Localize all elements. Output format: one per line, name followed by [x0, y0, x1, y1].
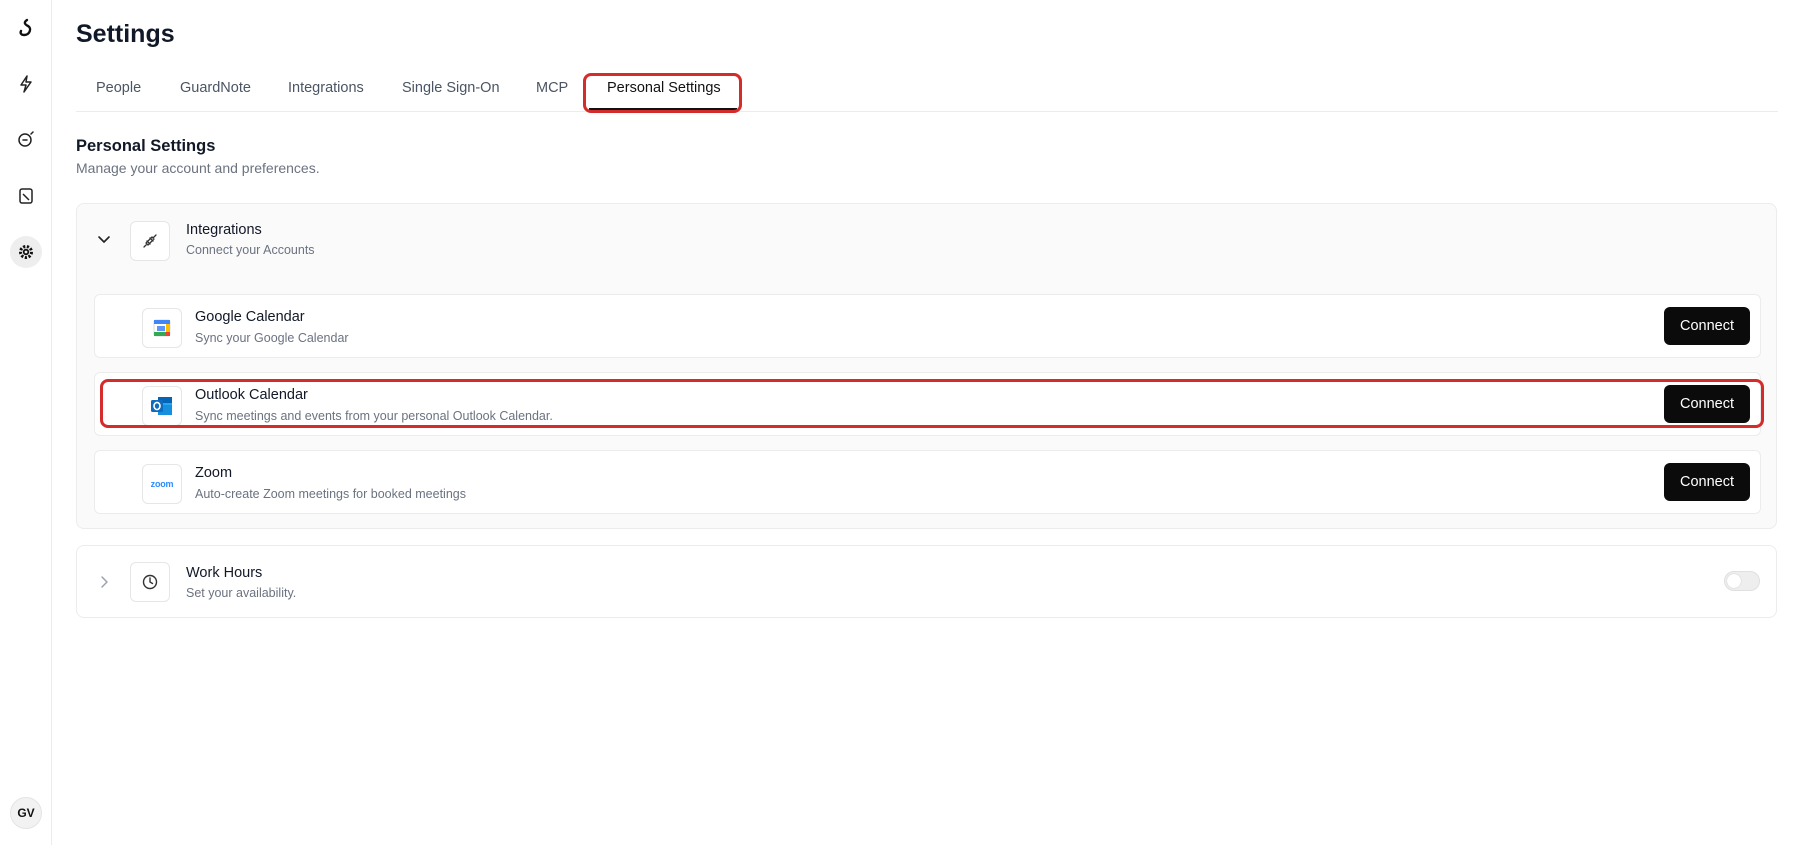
- highlight-box-outlook-row: [100, 379, 1764, 428]
- integration-row-zoom: zoom Zoom Auto-create Zoom meetings for …: [94, 450, 1761, 514]
- integration-name: Google Calendar: [195, 309, 305, 325]
- tab-people[interactable]: People: [96, 80, 141, 96]
- integrations-title: Integrations: [186, 222, 262, 238]
- tab-bar: People GuardNote Integrations Single Sig…: [76, 73, 1778, 113]
- chevron-down-icon[interactable]: [95, 230, 113, 248]
- work-hours-title: Work Hours: [186, 565, 263, 581]
- tab-mcp[interactable]: MCP: [536, 80, 568, 96]
- tab-integrations[interactable]: Integrations: [288, 80, 364, 96]
- document-icon[interactable]: [10, 180, 42, 212]
- integrations-subtitle: Connect your Accounts: [186, 243, 315, 257]
- page-title: Settings: [76, 20, 175, 48]
- integration-description: Auto-create Zoom meetings for booked mee…: [195, 487, 466, 501]
- section-title: Personal Settings: [76, 137, 216, 155]
- plug-icon: [130, 221, 170, 261]
- gear-icon[interactable]: [10, 236, 42, 268]
- work-hours-card[interactable]: Work Hours Set your availability.: [76, 545, 1777, 618]
- integrations-header[interactable]: Integrations Connect your Accounts: [77, 204, 1776, 276]
- tab-single-sign-on[interactable]: Single Sign-On: [402, 80, 500, 96]
- clock-icon: [130, 562, 170, 602]
- google-calendar-icon: [142, 308, 182, 348]
- work-hours-toggle[interactable]: [1724, 571, 1760, 591]
- tab-guardnote[interactable]: GuardNote: [180, 80, 251, 96]
- zoom-icon: zoom: [142, 464, 182, 504]
- integration-name: Zoom: [195, 465, 233, 481]
- avatar[interactable]: GV: [10, 797, 42, 829]
- section-subtitle: Manage your account and preferences.: [76, 160, 320, 176]
- connect-zoom-button[interactable]: Connect: [1664, 463, 1750, 501]
- toggle-knob: [1727, 574, 1741, 588]
- connect-google-calendar-button[interactable]: Connect: [1664, 307, 1750, 345]
- bot-icon[interactable]: [10, 124, 42, 156]
- sidebar: GV: [0, 0, 52, 845]
- zoom-logo-text: zoom: [150, 479, 174, 489]
- integration-description: Sync your Google Calendar: [195, 331, 349, 345]
- highlight-box-tab: [583, 73, 742, 113]
- integrations-card: Integrations Connect your Accounts Googl…: [76, 203, 1777, 529]
- integration-row-google-calendar: Google Calendar Sync your Google Calenda…: [94, 294, 1761, 358]
- flash-icon[interactable]: [10, 68, 42, 100]
- chevron-right-icon[interactable]: [95, 573, 113, 591]
- logo-icon[interactable]: [10, 12, 42, 44]
- work-hours-subtitle: Set your availability.: [186, 586, 297, 600]
